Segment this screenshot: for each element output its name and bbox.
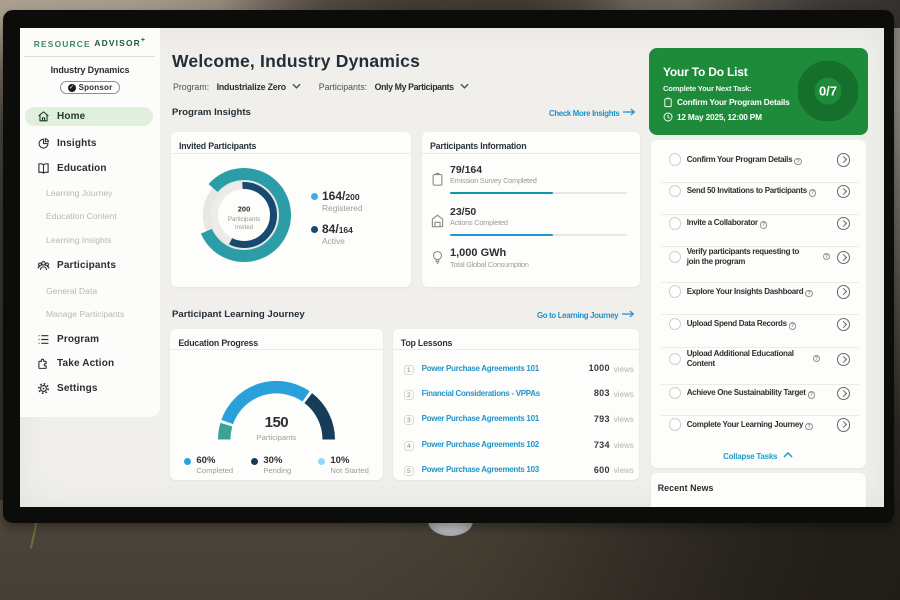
svg-text:Invited: Invited	[235, 224, 254, 231]
svg-text:0/7: 0/7	[819, 84, 837, 99]
svg-text:200: 200	[238, 205, 251, 214]
svg-text:Participants: Participants	[228, 216, 260, 223]
